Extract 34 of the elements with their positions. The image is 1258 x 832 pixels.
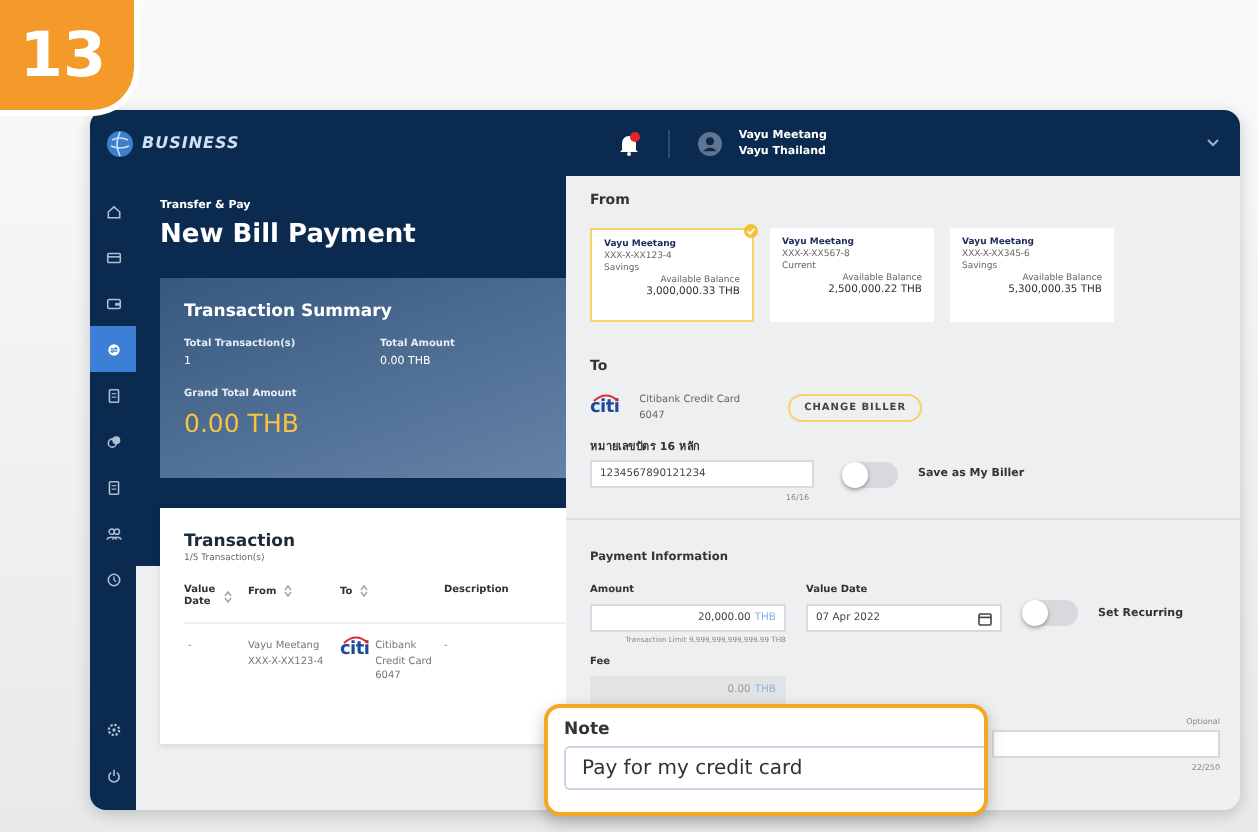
page-title: New Bill Payment	[160, 220, 418, 250]
clock-icon	[105, 571, 121, 587]
citi-logo: citi	[590, 398, 620, 418]
coins-icon	[105, 433, 121, 449]
logo-text: BUSINESS	[142, 134, 240, 152]
transfer-icon	[105, 341, 121, 357]
checkmark-icon	[744, 224, 758, 238]
sidebar-item[interactable]	[90, 326, 136, 372]
power-icon	[105, 767, 121, 783]
field-label: Note	[564, 720, 612, 740]
toggle-switch[interactable]	[1022, 600, 1078, 626]
citi-logo: citi	[340, 640, 370, 660]
home-icon	[105, 203, 121, 219]
card-icon	[105, 249, 121, 265]
document-icon	[105, 479, 121, 495]
calendar-icon[interactable]	[978, 611, 992, 625]
card-title: Transaction Summary	[184, 302, 394, 322]
globe-logo-icon	[106, 129, 134, 157]
document-icon	[105, 387, 121, 403]
wallet-icon	[105, 295, 121, 311]
chevron-down-icon[interactable]	[1206, 138, 1220, 148]
settings-icon	[105, 721, 121, 737]
sort-icon[interactable]	[224, 589, 232, 603]
note-input-field[interactable]	[992, 730, 1220, 758]
note-input-field[interactable]: Pay for my credit card	[564, 746, 984, 790]
toggle-switch[interactable]	[842, 461, 898, 487]
step-number-badge: 13	[0, 0, 140, 116]
card-title: Transaction	[184, 532, 298, 552]
users-icon	[105, 525, 121, 541]
avatar-icon[interactable]	[698, 131, 723, 155]
notification-bell-icon[interactable]	[618, 131, 641, 155]
grand-total-amount: 0.00 THB	[184, 408, 301, 438]
sort-icon[interactable]	[284, 584, 293, 598]
sort-icon[interactable]	[360, 584, 369, 598]
